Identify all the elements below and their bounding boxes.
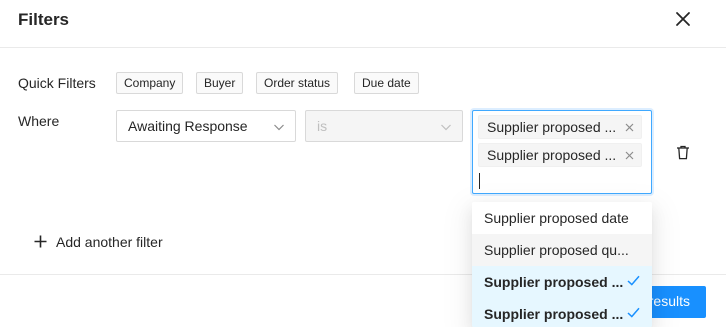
check-icon bbox=[627, 275, 640, 286]
chevron-down-icon bbox=[274, 124, 284, 131]
quick-filter-buyer[interactable]: Buyer bbox=[196, 72, 244, 94]
operator-select[interactable]: is bbox=[305, 110, 463, 142]
tag-close-icon[interactable] bbox=[625, 123, 634, 132]
dropdown-option[interactable]: Supplier proposed date bbox=[472, 202, 652, 234]
page-title: Filters bbox=[18, 10, 70, 29]
quick-filter-due-date[interactable]: Due date bbox=[354, 72, 419, 94]
dropdown-option-selected[interactable]: Supplier proposed ... bbox=[472, 298, 652, 327]
check-icon bbox=[627, 307, 640, 318]
dropdown-option-label: Supplier proposed ... bbox=[484, 274, 624, 290]
quick-filters-label: Quick Filters bbox=[18, 75, 96, 91]
dropdown-option[interactable]: Supplier proposed qu... bbox=[472, 234, 652, 266]
value-tag: Supplier proposed ... bbox=[478, 143, 642, 167]
value-dropdown: Supplier proposed date Supplier proposed… bbox=[472, 202, 652, 327]
value-tag-label: Supplier proposed ... bbox=[487, 147, 617, 163]
tag-close-icon[interactable] bbox=[625, 151, 634, 160]
dropdown-option-label: Supplier proposed date bbox=[484, 210, 629, 226]
trash-icon[interactable] bbox=[676, 145, 690, 160]
quick-filter-company[interactable]: Company bbox=[116, 72, 184, 94]
add-filter-label: Add another filter bbox=[56, 234, 163, 250]
dropdown-option-label: Supplier proposed qu... bbox=[484, 242, 629, 258]
field-select-value: Awaiting Response bbox=[128, 118, 248, 134]
text-cursor bbox=[479, 173, 480, 189]
value-tag: Supplier proposed ... bbox=[478, 115, 642, 139]
modal-header: Filters bbox=[0, 0, 726, 48]
field-select[interactable]: Awaiting Response bbox=[116, 110, 296, 142]
chevron-down-icon bbox=[441, 124, 451, 131]
where-label: Where bbox=[18, 113, 60, 129]
value-tag-label: Supplier proposed ... bbox=[487, 119, 617, 135]
dropdown-option-label: Supplier proposed ... bbox=[484, 306, 624, 322]
value-multiselect[interactable]: Supplier proposed ... Supplier proposed … bbox=[472, 110, 652, 194]
quick-filter-order-status[interactable]: Order status bbox=[256, 72, 339, 94]
close-button[interactable] bbox=[672, 8, 694, 30]
close-icon bbox=[676, 12, 690, 26]
dropdown-option-selected[interactable]: Supplier proposed ... bbox=[472, 266, 652, 298]
plus-icon bbox=[34, 235, 47, 248]
operator-select-value: is bbox=[317, 118, 328, 134]
